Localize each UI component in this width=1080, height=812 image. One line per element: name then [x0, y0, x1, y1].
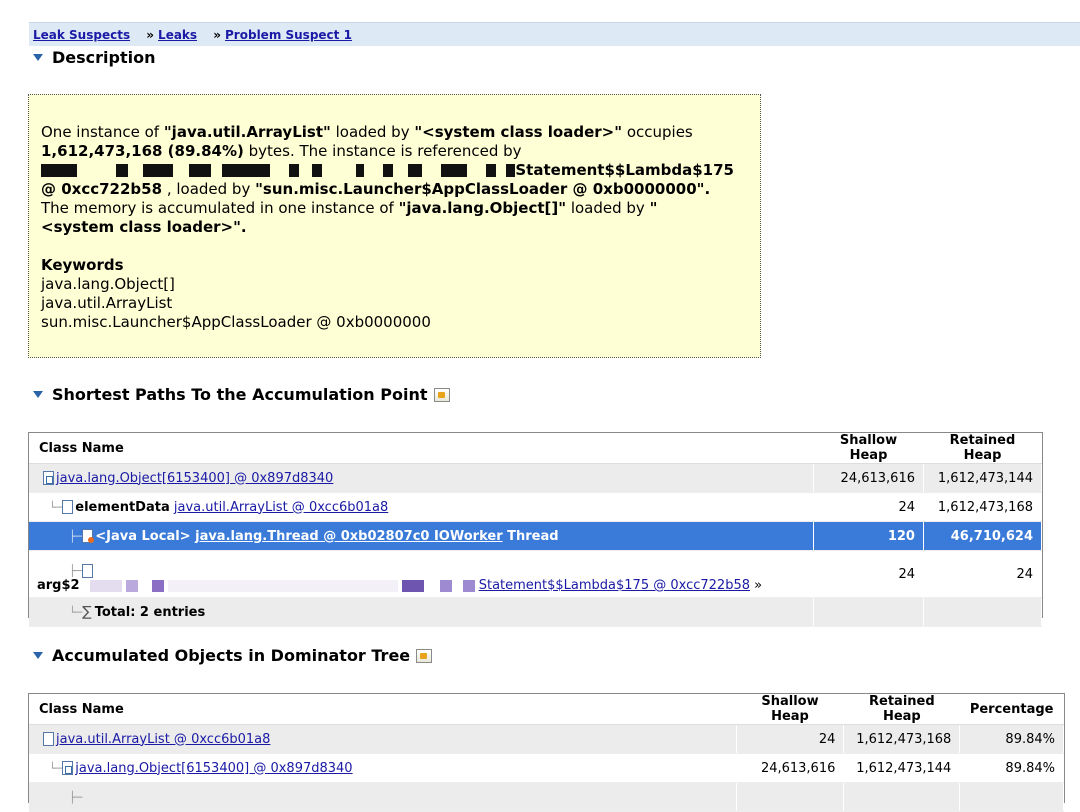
table-header-row: Class Name Shallow Heap Retained Heap Pe… — [29, 694, 1064, 725]
object-link[interactable]: Statement$$Lambda$175 @ 0xcc722b58 — [479, 578, 750, 593]
table-header-row: Class Name Shallow Heap Retained Heap — [29, 433, 1042, 464]
collapse-triangle-icon[interactable] — [33, 652, 43, 659]
percentage-cell: 89.84% — [959, 724, 1064, 754]
tree-connector-icon: ├─ — [69, 529, 83, 543]
collapse-triangle-icon[interactable] — [33, 391, 43, 398]
column-header[interactable]: Retained Heap — [923, 433, 1042, 464]
keyword-item: java.util.ArrayList — [41, 294, 173, 312]
table-row[interactable]: └─ elementData java.util.ArrayList @ 0xcc… — [29, 492, 1043, 522]
sum-icon: ∑ — [82, 604, 92, 620]
shortest-paths-title: Shortest Paths To the Accumulation Point — [52, 385, 428, 404]
shallow-heap-cell: 24 — [736, 724, 845, 754]
object-icon — [62, 500, 74, 514]
tree-connector-icon: ├─ — [69, 564, 83, 577]
tree-connector-icon: └─ — [69, 606, 83, 619]
shortest-paths-header[interactable]: Shortest Paths To the Accumulation Point — [33, 385, 450, 404]
total-row: └─∑ Total: 2 entries — [29, 597, 1043, 627]
object-icon — [43, 732, 54, 746]
table-row[interactable]: java.lang.Object[6153400] @ 0x897d8340 2… — [29, 463, 1043, 493]
table-row[interactable]: ├─ arg$2 Statement$$Lambda$175 @ 0xcc722… — [29, 550, 1043, 598]
retained-heap-cell: 1,612,473,144 — [923, 463, 1043, 493]
accumulated-title: Accumulated Objects in Dominator Tree — [52, 646, 411, 665]
total-entries: Total: 2 entries — [94, 605, 206, 620]
shallow-heap-cell: 24,613,616 — [736, 753, 845, 783]
shallow-heap-cell: 120 — [813, 521, 924, 551]
array-icon — [43, 471, 54, 485]
object-link[interactable]: java.lang.Object[6153400] @ 0x897d8340 — [56, 471, 333, 486]
shallow-heap-cell: 24 — [813, 492, 924, 522]
shallow-heap-cell: 24 — [813, 550, 924, 598]
description-text: One instance of "java.util.ArrayList" lo… — [41, 123, 734, 236]
tree-connector-icon: └─ — [49, 500, 63, 514]
field-name: <Java Local> — [95, 528, 191, 544]
column-header[interactable]: Shallow Heap — [813, 433, 924, 464]
keyword-item: java.lang.Object[] — [41, 275, 175, 293]
breadcrumb-problem-suspect[interactable]: Problem Suspect 1 — [225, 28, 352, 42]
description-box: One instance of "java.util.ArrayList" lo… — [28, 94, 761, 358]
collapse-triangle-icon[interactable] — [33, 54, 43, 61]
percentage-cell: 89.84% — [959, 753, 1064, 783]
redacted-reference: Statement$$Lambda$175 — [41, 161, 734, 179]
local-thread-icon — [82, 529, 95, 543]
breadcrumb: Leak Suspects » Leaks » Problem Suspect 1 — [29, 22, 1080, 46]
field-name: elementData — [75, 499, 170, 515]
field-name: arg$2 — [37, 578, 80, 593]
column-header[interactable]: Class Name — [29, 694, 737, 725]
table-row-selected[interactable]: ├─ <Java Local> java.lang.Thread @ 0xb028… — [29, 521, 1043, 551]
retained-heap-cell: 24 — [923, 550, 1043, 598]
object-link[interactable]: java.util.ArrayList @ 0xcc6b01a8 — [56, 732, 270, 747]
breadcrumb-leaks[interactable]: Leaks — [158, 28, 197, 42]
column-header[interactable]: Percentage — [959, 694, 1064, 725]
export-icon[interactable] — [416, 648, 433, 663]
tree-connector-icon: ├─ — [69, 790, 83, 804]
keyword-item: sun.misc.Launcher$AppClassLoader @ 0xb00… — [41, 313, 431, 331]
accumulated-table: Class Name Shallow Heap Retained Heap Pe… — [29, 694, 1064, 812]
column-header[interactable]: Class Name — [29, 433, 814, 464]
table-row[interactable]: java.util.ArrayList @ 0xcc6b01a8 24 1,61… — [29, 724, 1064, 754]
array-icon — [62, 761, 74, 775]
export-icon[interactable] — [433, 387, 450, 402]
object-link[interactable]: java.util.ArrayList @ 0xcc6b01a8 — [174, 500, 388, 515]
breadcrumb-separator: » — [213, 28, 222, 42]
object-link[interactable]: java.lang.Object[6153400] @ 0x897d8340 — [75, 761, 352, 776]
object-icon — [82, 563, 94, 578]
table-row[interactable]: └─ java.lang.Object[6153400] @ 0x897d8340… — [29, 753, 1064, 783]
column-header[interactable]: Shallow Heap — [736, 694, 844, 725]
tree-connector-icon: └─ — [49, 761, 63, 775]
retained-heap-cell: 1,612,473,168 — [923, 492, 1043, 522]
retained-heap-cell: 46,710,624 — [923, 521, 1043, 551]
description-header[interactable]: Description — [33, 48, 155, 67]
shallow-heap-cell: 24,613,616 — [813, 463, 924, 493]
breadcrumb-separator: » — [146, 28, 155, 42]
retained-heap-cell: 1,612,473,168 — [843, 724, 961, 754]
breadcrumb-leak-suspects[interactable]: Leak Suspects — [33, 28, 130, 42]
keywords-title: Keywords — [41, 256, 124, 274]
shortest-paths-table: Class Name Shallow Heap Retained Heap ja… — [29, 433, 1043, 627]
column-header[interactable]: Retained Heap — [843, 694, 960, 725]
accumulated-header[interactable]: Accumulated Objects in Dominator Tree — [33, 646, 433, 665]
object-link[interactable]: java.lang.Thread @ 0xb02807c0 IOWorker — [195, 529, 503, 544]
retained-heap-cell: 1,612,473,144 — [843, 753, 961, 783]
description-title: Description — [52, 48, 156, 67]
